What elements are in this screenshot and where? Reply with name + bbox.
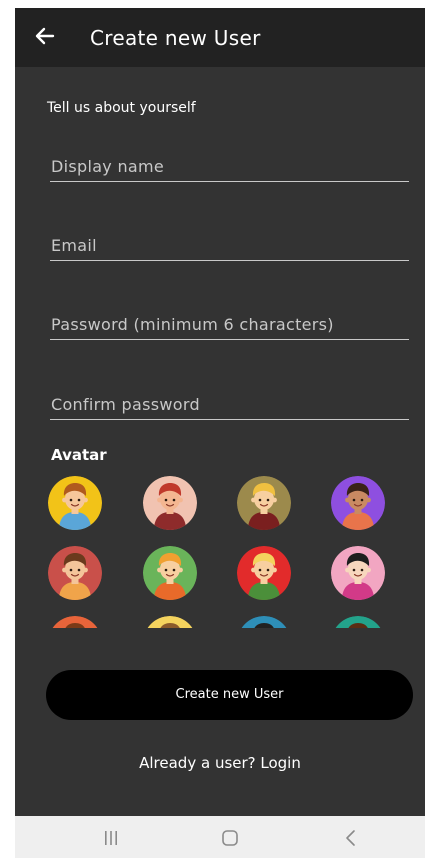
avatar-face-icon xyxy=(241,616,287,628)
avatar-face-icon xyxy=(335,616,381,628)
nav-back-icon[interactable] xyxy=(339,828,363,848)
avatar-grid xyxy=(15,470,425,628)
avatar-8[interactable] xyxy=(331,546,385,600)
avatar-face-icon xyxy=(48,546,102,600)
avatar-2[interactable] xyxy=(143,476,197,530)
avatar-face-icon xyxy=(147,616,193,628)
avatar-7[interactable] xyxy=(237,546,291,600)
page-title: Create new User xyxy=(90,26,261,50)
avatar-face-icon xyxy=(237,476,291,530)
avatar-face-icon xyxy=(331,546,385,600)
avatar-11[interactable] xyxy=(237,616,291,628)
home-icon[interactable] xyxy=(218,828,242,848)
screen: Create new User Tell us about yourself D… xyxy=(15,8,425,858)
display-name-placeholder: Display name xyxy=(51,157,165,176)
avatar-4[interactable] xyxy=(331,476,385,530)
avatar-1[interactable] xyxy=(48,476,102,530)
avatar-12[interactable] xyxy=(331,616,385,628)
email-placeholder: Email xyxy=(51,236,97,255)
avatar-3[interactable] xyxy=(237,476,291,530)
avatar-6[interactable] xyxy=(143,546,197,600)
avatar-face-icon xyxy=(52,616,98,628)
avatar-9[interactable] xyxy=(48,616,102,628)
password-field[interactable]: Password (minimum 6 characters) xyxy=(50,307,409,340)
create-user-button[interactable]: Create new User xyxy=(46,670,413,720)
avatar-face-icon xyxy=(143,476,197,530)
avatar-section-label: Avatar xyxy=(51,446,107,464)
app-bar: Create new User xyxy=(15,8,425,67)
password-placeholder: Password (minimum 6 characters) xyxy=(51,315,334,334)
email-field[interactable]: Email xyxy=(50,228,409,261)
form-intro-text: Tell us about yourself xyxy=(47,100,196,116)
avatar-5[interactable] xyxy=(48,546,102,600)
login-link[interactable]: Already a user? Login xyxy=(15,754,425,772)
avatar-face-icon xyxy=(331,476,385,530)
avatar-face-icon xyxy=(143,546,197,600)
avatar-10[interactable] xyxy=(143,616,197,628)
avatar-face-icon xyxy=(48,476,102,530)
confirm-password-placeholder: Confirm password xyxy=(51,395,200,414)
arrow-left-icon[interactable] xyxy=(31,22,59,50)
confirm-password-field[interactable]: Confirm password xyxy=(50,387,409,420)
system-nav-bar xyxy=(15,816,425,858)
avatar-face-icon xyxy=(237,546,291,600)
recent-apps-icon[interactable] xyxy=(99,828,123,848)
display-name-field[interactable]: Display name xyxy=(50,149,409,182)
